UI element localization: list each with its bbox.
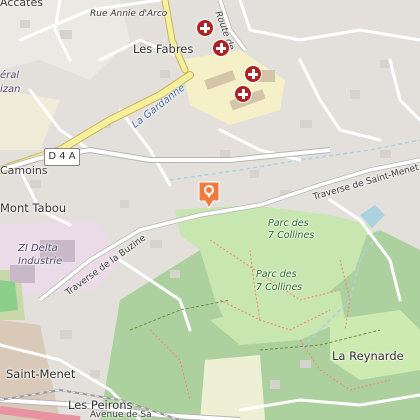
road-shield-d4a: D 4 A [44,148,80,166]
hospital-cross-icon[interactable] [213,40,229,56]
hospital-cross-icon[interactable] [197,20,213,36]
map-canvas [0,0,420,420]
location-marker-icon[interactable] [197,180,221,210]
hospital-cross-icon[interactable] [235,86,251,102]
map-view[interactable]: Accates Rue Annie d'Arco Route de Les Fa… [0,0,420,420]
hospital-cross-icon[interactable] [245,66,261,82]
